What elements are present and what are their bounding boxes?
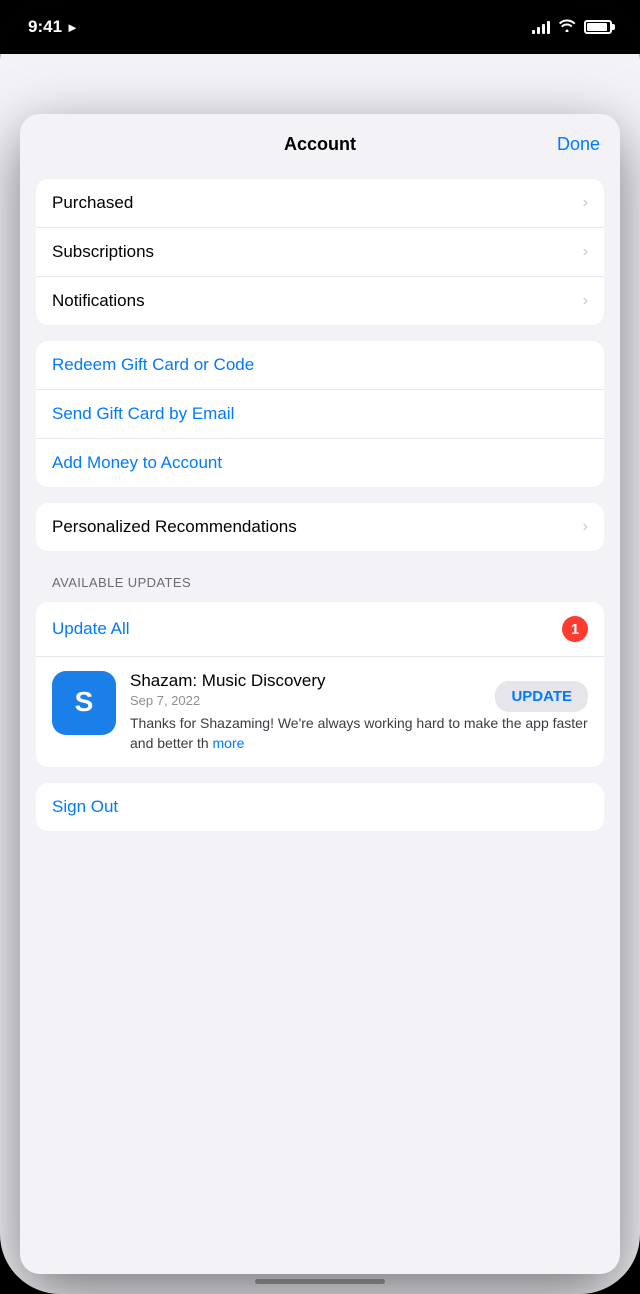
redeem-gift-card-label: Redeem Gift Card or Code: [52, 355, 254, 375]
purchased-chevron: ›: [583, 194, 588, 212]
update-badge: 1: [562, 616, 588, 642]
modal-body: Purchased › Subscriptions › Notification…: [20, 171, 620, 1271]
account-modal: Account Done Purchased › Subscriptions ›: [20, 114, 620, 1274]
purchased-item[interactable]: Purchased ›: [36, 179, 604, 228]
shazam-info: Shazam: Music Discovery Sep 7, 2022: [130, 671, 495, 714]
battery-icon: [584, 20, 612, 34]
shazam-app-icon: S: [52, 671, 116, 735]
recommendations-card: Personalized Recommendations ›: [36, 503, 604, 551]
gift-card-section: Redeem Gift Card or Code Send Gift Card …: [36, 341, 604, 487]
update-button[interactable]: UPDATE: [495, 681, 588, 712]
shazam-description: Thanks for Shazaming! We're always worki…: [130, 714, 588, 753]
account-section-card: Purchased › Subscriptions › Notification…: [36, 179, 604, 325]
modal-title: Account: [284, 134, 356, 155]
send-gift-card-item[interactable]: Send Gift Card by Email: [36, 390, 604, 439]
more-link[interactable]: more: [213, 735, 245, 751]
update-all-label: Update All: [52, 619, 130, 639]
subscriptions-item[interactable]: Subscriptions ›: [36, 228, 604, 277]
battery-fill: [587, 23, 607, 31]
add-money-item[interactable]: Add Money to Account: [36, 439, 604, 487]
recommendations-chevron: ›: [583, 518, 588, 536]
notifications-label: Notifications: [52, 291, 145, 311]
location-icon: ►: [66, 20, 79, 35]
shazam-update-row: S Shazam: Music Discovery Sep 7, 2022 UP…: [36, 657, 604, 767]
personalized-recommendations-item[interactable]: Personalized Recommendations ›: [36, 503, 604, 551]
status-time: 9:41 ►: [28, 17, 79, 37]
shazam-app-date: Sep 7, 2022: [130, 693, 495, 708]
svg-text:S: S: [75, 686, 94, 717]
add-money-label: Add Money to Account: [52, 453, 222, 473]
shazam-app-name: Shazam: Music Discovery: [130, 671, 495, 691]
done-button[interactable]: Done: [557, 134, 600, 155]
wifi-icon: [558, 18, 576, 37]
shazam-app-details: Shazam: Music Discovery Sep 7, 2022 UPDA…: [130, 671, 588, 753]
home-indicator: [255, 1279, 385, 1284]
subscriptions-label: Subscriptions: [52, 242, 154, 262]
purchased-label: Purchased: [52, 193, 133, 213]
subscriptions-chevron: ›: [583, 243, 588, 261]
personalized-recommendations-label: Personalized Recommendations: [52, 517, 297, 537]
shazam-content-row: Shazam: Music Discovery Sep 7, 2022 UPDA…: [130, 671, 588, 714]
screen-background: Account Done Purchased › Subscriptions ›: [0, 54, 640, 1294]
update-all-row[interactable]: Update All 1: [36, 602, 604, 657]
redeem-gift-card-item[interactable]: Redeem Gift Card or Code: [36, 341, 604, 390]
status-icons: [532, 18, 612, 37]
notifications-item[interactable]: Notifications ›: [36, 277, 604, 325]
notifications-chevron: ›: [583, 292, 588, 310]
sign-out-button[interactable]: Sign Out: [36, 783, 604, 831]
sign-out-card: Sign Out: [36, 783, 604, 831]
send-gift-card-label: Send Gift Card by Email: [52, 404, 234, 424]
modal-header: Account Done: [20, 114, 620, 171]
signal-icon: [532, 20, 550, 34]
dynamic-island: [260, 12, 380, 46]
updates-card: Update All 1 S: [36, 602, 604, 767]
time-display: 9:41: [28, 17, 62, 37]
available-updates-label: AVAILABLE UPDATES: [36, 567, 604, 598]
